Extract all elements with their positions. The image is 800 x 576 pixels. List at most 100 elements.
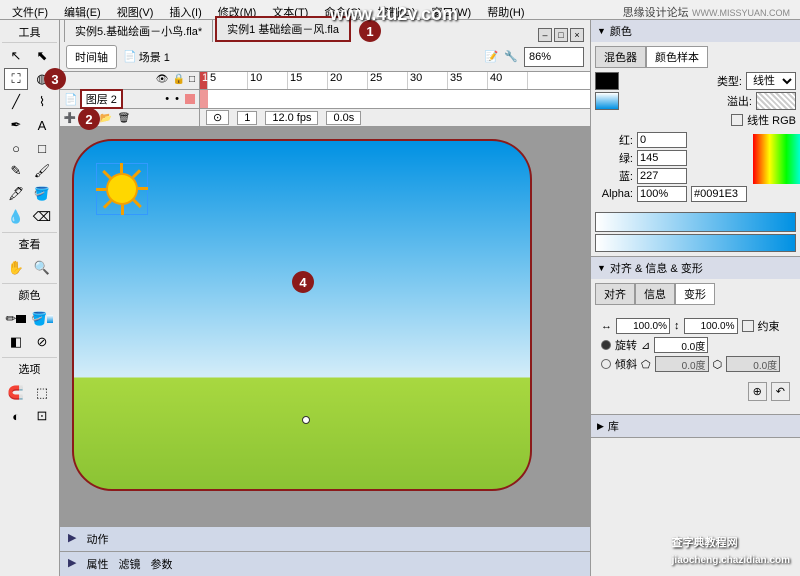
hue-picker[interactable] (753, 134, 800, 184)
menu-file[interactable]: 文件(F) (4, 2, 56, 17)
properties-tab[interactable]: 属性 (86, 556, 108, 572)
expand-icon[interactable]: ▶ (597, 421, 604, 432)
option-3[interactable]: ◐ (4, 405, 28, 427)
ink-bottle-tool[interactable]: 🖋 (4, 183, 28, 205)
library-title: 库 (608, 418, 619, 434)
expand-icon[interactable]: ▶ (68, 531, 76, 547)
add-layer-icon[interactable]: ➕ (62, 111, 78, 125)
info-tab[interactable]: 信息 (635, 283, 675, 305)
params-tab[interactable]: 参数 (150, 556, 172, 572)
sun-symbol[interactable] (96, 163, 148, 215)
reset-transform-icon[interactable]: ↶ (771, 382, 790, 401)
overflow-swatch[interactable] (756, 92, 796, 110)
onion-skin-icon[interactable]: ⊙ (206, 110, 229, 125)
red-input[interactable] (637, 132, 687, 148)
skew-v-icon: ⬡ (713, 358, 723, 371)
option-2[interactable]: ⬚ (30, 382, 54, 404)
pen-tool[interactable]: ✒ (4, 114, 28, 136)
color-panel: ▼颜色 混色器 颜色样本 类型: 线性 溢出: (591, 20, 800, 257)
lock-icon[interactable]: 🔒 (173, 74, 185, 85)
linear-rgb-checkbox[interactable] (731, 114, 743, 126)
green-input[interactable] (637, 150, 687, 166)
width-input[interactable] (616, 318, 670, 334)
collapse-icon[interactable]: ▼ (597, 26, 606, 36)
eyedropper-tool[interactable]: 💧 (4, 206, 28, 228)
eraser-tool[interactable]: ⌫ (30, 206, 54, 228)
blue-input[interactable] (637, 168, 687, 184)
brush-tool[interactable]: 🖌 (30, 160, 54, 182)
eye-icon[interactable]: 👁 (156, 74, 169, 85)
zoom-tool[interactable]: 🔍 (30, 257, 54, 279)
document-tabs: 实例5.基础绘画－小鸟.fla* 实例1 基础绘画－风.fla 1 – □ × (60, 20, 590, 42)
close-button[interactable]: × (570, 28, 584, 42)
layer-name[interactable]: 图层 2 (80, 89, 123, 109)
menu-text[interactable]: 文本(T) (264, 2, 316, 17)
minimize-button[interactable]: – (538, 28, 552, 42)
filters-tab[interactable]: 滤镜 (118, 556, 140, 572)
menu-insert[interactable]: 插入(I) (161, 2, 209, 17)
line-tool[interactable]: ╱ (4, 91, 28, 113)
constrain-checkbox[interactable] (742, 320, 754, 332)
red-label: 红: (595, 132, 633, 148)
timeline-ruler[interactable]: 1 510152025303540 (200, 72, 590, 89)
menu-help[interactable]: 帮助(H) (479, 2, 532, 17)
actions-panel[interactable]: 动作 (86, 531, 108, 547)
selection-tool[interactable]: ↖ (4, 45, 28, 67)
scene-selector[interactable]: 📄场景 1 (123, 49, 170, 65)
timeline-panel: 👁 🔒 □ 1 510152025303540 📄 图层 2 •• (60, 72, 590, 127)
timeline-button[interactable]: 时间轴 (66, 45, 117, 69)
fill-swatch[interactable] (595, 92, 619, 110)
no-color[interactable]: ⊘ (30, 331, 54, 353)
outline-icon[interactable]: □ (189, 74, 195, 85)
align-panel-title: 对齐 & 信息 & 变形 (610, 260, 703, 276)
free-transform-tool[interactable]: ⛶ (4, 68, 28, 90)
hex-input[interactable] (691, 186, 747, 202)
edit-scene-icon[interactable]: 📝 (485, 50, 499, 63)
frame-track[interactable] (200, 90, 590, 108)
align-tab[interactable]: 对齐 (595, 283, 635, 305)
paint-bucket-tool[interactable]: 🪣 (30, 183, 54, 205)
zoom-select[interactable] (524, 47, 584, 67)
skew-radio[interactable] (601, 359, 611, 369)
subselection-tool[interactable]: ⬉ (30, 45, 54, 67)
menu-edit[interactable]: 编辑(E) (56, 2, 109, 17)
bw-swap[interactable]: ◧ (4, 331, 28, 353)
menu-modify[interactable]: 修改(M) (210, 2, 265, 17)
canvas-area[interactable]: 4 (60, 127, 590, 526)
skew-v-input (726, 356, 780, 372)
hand-tool[interactable]: ✋ (4, 257, 28, 279)
fill-color[interactable]: 🪣 (30, 308, 54, 330)
pencil-tool[interactable]: ✎ (4, 160, 28, 182)
oval-tool[interactable]: ○ (4, 137, 28, 159)
option-4[interactable]: ⊡ (30, 405, 54, 427)
lasso-tool[interactable]: ⌇ (30, 91, 54, 113)
snap-option[interactable]: 🧲 (4, 382, 28, 404)
stroke-swatch[interactable] (595, 72, 619, 90)
collapse-icon[interactable]: ▼ (597, 263, 606, 273)
menu-view[interactable]: 视图(V) (109, 2, 162, 17)
alpha-input[interactable] (637, 186, 687, 202)
rotate-radio[interactable] (601, 340, 611, 350)
swatches-tab[interactable]: 颜色样本 (646, 46, 708, 68)
copy-transform-icon[interactable]: ⊕ (748, 382, 767, 401)
stroke-color[interactable]: ✏ (4, 308, 28, 330)
rotate-input[interactable] (654, 337, 708, 353)
rectangle-tool[interactable]: □ (30, 137, 54, 159)
gradient-type-select[interactable]: 线性 (746, 72, 796, 90)
delete-layer-icon[interactable]: 🗑 (116, 111, 132, 125)
maximize-button[interactable]: □ (554, 28, 568, 42)
mixer-tab[interactable]: 混色器 (595, 46, 646, 68)
add-folder-icon[interactable]: 📂 (98, 111, 114, 125)
gradient-stops[interactable] (595, 234, 796, 252)
expand-icon[interactable]: ▶ (68, 556, 76, 572)
gradient-preview[interactable] (595, 212, 796, 232)
height-input[interactable] (684, 318, 738, 334)
overflow-label: 溢出: (714, 93, 752, 109)
tab-1[interactable]: 实例5.基础绘画－小鸟.fla* (64, 19, 213, 42)
blue-label: 蓝: (595, 168, 633, 184)
stage[interactable]: 4 (72, 139, 532, 491)
transform-tab[interactable]: 变形 (675, 283, 715, 305)
text-tool[interactable]: A (30, 114, 54, 136)
layer-row[interactable]: 📄 图层 2 •• (60, 90, 200, 108)
edit-symbol-icon[interactable]: 🔧 (504, 50, 518, 63)
